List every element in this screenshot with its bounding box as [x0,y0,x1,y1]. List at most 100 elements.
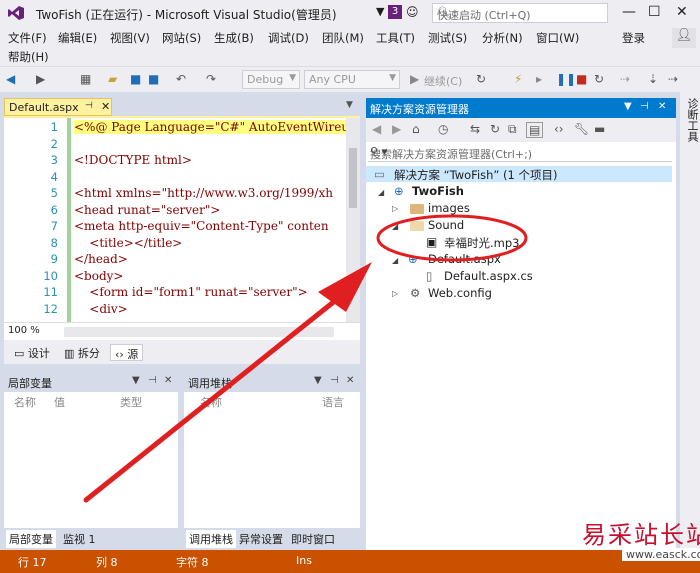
menu-file[interactable]: 文件(F) [8,30,47,46]
account-icon[interactable]: 👤︎ [672,28,696,48]
tab-immediate-window[interactable]: 即时窗口 [288,530,338,548]
chevron-down-icon[interactable]: ▼ [314,375,322,386]
feedback-icon[interactable]: ☺ [406,5,419,19]
tab-exception-settings[interactable]: 异常设置 [236,530,286,548]
save-icon[interactable]: ■ [130,72,141,86]
new-project-icon[interactable]: ▦ [80,72,91,86]
forward-icon[interactable]: ▶ [392,122,401,136]
collapsed-arrow-icon[interactable]: ▷ [392,204,398,213]
tab-default-aspx[interactable]: Default.aspx ⊣ ✕ [4,98,112,116]
maximize-button[interactable]: ☐ [648,4,661,20]
quick-launch-input[interactable]: 快速启动 (Ctrl+Q) 🔍︎ [432,3,608,23]
expand-arrow-icon[interactable]: ◢ [392,256,398,265]
pin-icon[interactable]: ⊣ [640,101,649,112]
collapse-all-icon[interactable]: ⧉ [508,122,517,137]
forward-icon[interactable]: ▶ [36,72,45,86]
menu-debug[interactable]: 调试(D) [268,30,309,46]
close-icon[interactable]: ✕ [658,101,666,112]
home-icon[interactable]: ⌂ [412,122,420,136]
close-icon[interactable]: ✕ [346,375,354,386]
stop-icon[interactable]: ■ [576,72,587,86]
call-stack-panel: 调用堆栈 ▼ ⊣ ✕ 名称 语言 调用堆栈 异常设置 即时窗口 [184,372,360,548]
show-next-statement-icon[interactable]: ⇢ [620,72,630,86]
sync-icon[interactable]: ⇆ [470,122,480,136]
platform-select[interactable]: Any CPU ▼ [304,70,400,89]
close-icon[interactable]: ✕ [101,100,110,113]
browser-link-icon[interactable]: ⚡ [514,72,522,86]
tab-split[interactable]: ▥ 拆分 [60,344,104,361]
editor-vertical-scrollbar[interactable] [346,118,360,322]
view-code-icon[interactable]: ‹› [554,122,564,136]
editor-horizontal-scrollbar[interactable] [64,327,334,337]
expand-arrow-icon[interactable]: ◢ [392,222,398,231]
menu-view[interactable]: 视图(V) [110,30,150,46]
solution-config-select[interactable]: Debug ▼ [242,70,300,89]
continue-button[interactable]: 继续(C) [424,73,462,89]
tree-item-project[interactable]: TwoFish [412,184,464,198]
tab-list-chevron-icon[interactable]: ▼ [346,100,353,110]
pin-icon[interactable]: ⊣ [85,101,93,111]
open-file-icon[interactable]: ▰ [108,72,117,86]
notification-flag-icon[interactable]: ▼ [376,5,384,18]
tree-item-solution[interactable]: ▭ 解决方案 “TwoFish” (1 个项目) [366,166,672,182]
menu-team[interactable]: 团队(M) [322,30,364,46]
menu-analyze[interactable]: 分析(N) [482,30,523,46]
menu-build[interactable]: 生成(B) [214,30,254,46]
solution-explorer-search-input[interactable]: 搜索解决方案资源管理器(Ctrl+;) ⚲ ▾ [368,144,672,162]
tree-item-sound[interactable]: Sound [428,218,464,232]
pin-icon[interactable]: ⊣ [148,375,157,386]
column-header-name[interactable]: 名称 [200,394,222,410]
scrollbar-thumb[interactable] [349,148,357,208]
step-over-icon[interactable]: ⇢ [668,72,678,86]
tree-item-images[interactable]: images [428,201,470,215]
history-icon[interactable]: ◷ [438,122,448,136]
menu-website[interactable]: 网站(S) [162,30,201,46]
menu-tools[interactable]: 工具(T) [376,30,415,46]
zoom-level[interactable]: 100 % [8,325,40,336]
properties-wrench-icon[interactable]: 🔧︎ [574,122,589,136]
save-all-icon[interactable]: ■ [148,72,159,86]
minimize-button[interactable]: — [622,4,636,20]
tab-design[interactable]: ▭ 设计 [10,344,54,361]
close-button[interactable]: ✕ [676,4,688,20]
step-icon[interactable]: ▸ [536,72,542,86]
tab-call-stack[interactable]: 调用堆栈 [186,530,236,548]
tab-watch-1[interactable]: 监视 1 [60,530,99,548]
diagnostic-tools-strip[interactable]: 诊断工具 [680,92,700,550]
column-header-language[interactable]: 语言 [322,394,344,410]
pause-icon[interactable]: ❚❚ [556,72,576,86]
tree-item-default-cs[interactable]: Default.aspx.cs [444,269,533,283]
menu-edit[interactable]: 编辑(E) [58,30,97,46]
menu-help[interactable]: 帮助(H) [8,49,49,65]
tree-item-web-config[interactable]: Web.config [428,286,492,300]
expand-arrow-icon[interactable]: ◢ [378,188,384,197]
step-into-icon[interactable]: ⇣ [648,72,658,86]
refresh-icon[interactable]: ↻ [490,122,500,136]
column-header-name[interactable]: 名称 [14,394,36,410]
tab-locals[interactable]: 局部变量 [6,530,56,548]
restart-icon[interactable]: ↻ [594,72,604,86]
menu-test[interactable]: 测试(S) [428,30,467,46]
tree-item-mp3[interactable]: 幸福时光.mp3 [444,235,519,251]
code-editor[interactable]: 1 2 3 4 5 6 7 8 9 10 11 12 <%@ Page Language="C#" A… [4,116,360,322]
back-icon[interactable]: ◀ [6,72,15,86]
tab-source[interactable]: ‹› 源 [110,344,144,361]
pin-icon[interactable]: ⊣ [330,375,339,386]
show-all-files-icon[interactable]: ▤ [526,122,544,138]
undo-icon[interactable]: ↶ [176,72,186,86]
continue-icon[interactable]: ▶ [410,72,419,86]
chevron-down-icon[interactable]: ▼ [624,101,632,112]
preview-icon[interactable]: ▬ [594,122,605,136]
close-icon[interactable]: ✕ [164,375,172,386]
redo-icon[interactable]: ↷ [206,72,216,86]
column-header-value[interactable]: 值 [54,394,65,410]
refresh-icon[interactable]: ↻ [476,72,486,86]
menu-window[interactable]: 窗口(W) [536,30,579,46]
collapsed-arrow-icon[interactable]: ▷ [392,289,398,298]
back-icon[interactable]: ◀ [372,122,381,136]
tree-item-default-aspx[interactable]: Default.aspx [428,252,501,266]
sign-in-link[interactable]: 登录 [622,30,645,46]
notification-count-badge[interactable]: 3 [388,5,402,19]
column-header-type[interactable]: 类型 [120,394,142,410]
chevron-down-icon[interactable]: ▼ [132,375,140,386]
